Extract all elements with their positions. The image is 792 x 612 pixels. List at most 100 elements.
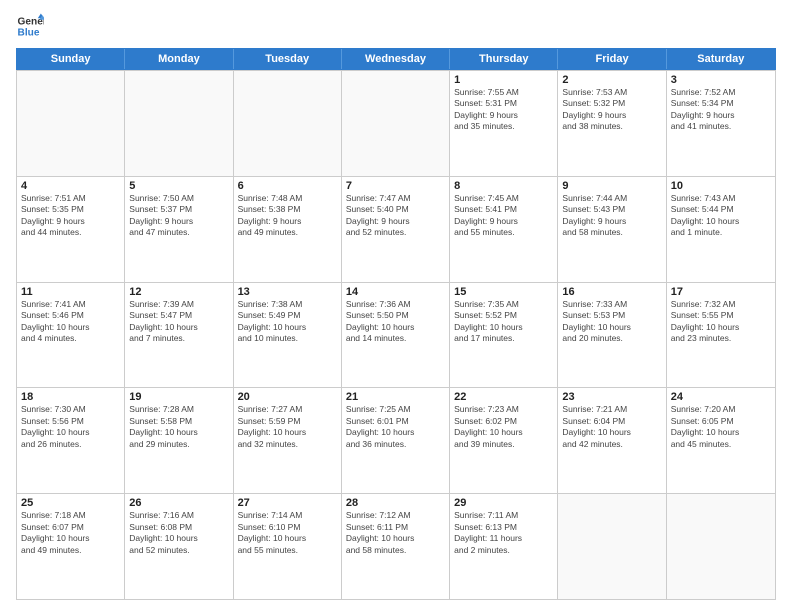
- day-info: Sunrise: 7:45 AMSunset: 5:41 PMDaylight:…: [454, 193, 553, 239]
- day-info: Sunrise: 7:41 AMSunset: 5:46 PMDaylight:…: [21, 299, 120, 345]
- day-number: 4: [21, 180, 120, 192]
- day-info: Sunrise: 7:23 AMSunset: 6:02 PMDaylight:…: [454, 404, 553, 450]
- cal-cell: 4Sunrise: 7:51 AMSunset: 5:35 PMDaylight…: [17, 177, 125, 282]
- cal-cell: 28Sunrise: 7:12 AMSunset: 6:11 PMDayligh…: [342, 494, 450, 599]
- weekday-header-thursday: Thursday: [450, 49, 558, 69]
- day-info: Sunrise: 7:14 AMSunset: 6:10 PMDaylight:…: [238, 510, 337, 556]
- day-info: Sunrise: 7:53 AMSunset: 5:32 PMDaylight:…: [562, 87, 661, 133]
- day-number: 27: [238, 497, 337, 509]
- cal-cell: 19Sunrise: 7:28 AMSunset: 5:58 PMDayligh…: [125, 388, 233, 493]
- day-number: 11: [21, 286, 120, 298]
- cal-cell: 7Sunrise: 7:47 AMSunset: 5:40 PMDaylight…: [342, 177, 450, 282]
- cal-cell: 5Sunrise: 7:50 AMSunset: 5:37 PMDaylight…: [125, 177, 233, 282]
- cal-cell: 26Sunrise: 7:16 AMSunset: 6:08 PMDayligh…: [125, 494, 233, 599]
- day-info: Sunrise: 7:43 AMSunset: 5:44 PMDaylight:…: [671, 193, 771, 239]
- day-number: 25: [21, 497, 120, 509]
- cal-row-3: 18Sunrise: 7:30 AMSunset: 5:56 PMDayligh…: [17, 387, 775, 493]
- day-info: Sunrise: 7:32 AMSunset: 5:55 PMDaylight:…: [671, 299, 771, 345]
- day-info: Sunrise: 7:27 AMSunset: 5:59 PMDaylight:…: [238, 404, 337, 450]
- day-number: 16: [562, 286, 661, 298]
- cal-cell: 9Sunrise: 7:44 AMSunset: 5:43 PMDaylight…: [558, 177, 666, 282]
- cal-cell: 1Sunrise: 7:55 AMSunset: 5:31 PMDaylight…: [450, 71, 558, 176]
- day-number: 8: [454, 180, 553, 192]
- cal-cell: 29Sunrise: 7:11 AMSunset: 6:13 PMDayligh…: [450, 494, 558, 599]
- day-info: Sunrise: 7:38 AMSunset: 5:49 PMDaylight:…: [238, 299, 337, 345]
- cal-cell: 18Sunrise: 7:30 AMSunset: 5:56 PMDayligh…: [17, 388, 125, 493]
- cal-cell: 12Sunrise: 7:39 AMSunset: 5:47 PMDayligh…: [125, 283, 233, 388]
- cal-row-1: 4Sunrise: 7:51 AMSunset: 5:35 PMDaylight…: [17, 176, 775, 282]
- day-info: Sunrise: 7:28 AMSunset: 5:58 PMDaylight:…: [129, 404, 228, 450]
- cal-cell: [234, 71, 342, 176]
- cal-cell: 15Sunrise: 7:35 AMSunset: 5:52 PMDayligh…: [450, 283, 558, 388]
- day-number: 24: [671, 391, 771, 403]
- cal-cell: 10Sunrise: 7:43 AMSunset: 5:44 PMDayligh…: [667, 177, 775, 282]
- day-info: Sunrise: 7:25 AMSunset: 6:01 PMDaylight:…: [346, 404, 445, 450]
- day-number: 14: [346, 286, 445, 298]
- day-number: 26: [129, 497, 228, 509]
- day-number: 13: [238, 286, 337, 298]
- cal-cell: [667, 494, 775, 599]
- day-info: Sunrise: 7:48 AMSunset: 5:38 PMDaylight:…: [238, 193, 337, 239]
- cal-cell: 11Sunrise: 7:41 AMSunset: 5:46 PMDayligh…: [17, 283, 125, 388]
- day-number: 21: [346, 391, 445, 403]
- day-info: Sunrise: 7:16 AMSunset: 6:08 PMDaylight:…: [129, 510, 228, 556]
- cal-row-2: 11Sunrise: 7:41 AMSunset: 5:46 PMDayligh…: [17, 282, 775, 388]
- day-number: 6: [238, 180, 337, 192]
- day-info: Sunrise: 7:21 AMSunset: 6:04 PMDaylight:…: [562, 404, 661, 450]
- day-info: Sunrise: 7:20 AMSunset: 6:05 PMDaylight:…: [671, 404, 771, 450]
- weekday-header-monday: Monday: [125, 49, 233, 69]
- day-number: 22: [454, 391, 553, 403]
- day-number: 29: [454, 497, 553, 509]
- day-number: 10: [671, 180, 771, 192]
- weekday-header-wednesday: Wednesday: [342, 49, 450, 69]
- calendar-body: 1Sunrise: 7:55 AMSunset: 5:31 PMDaylight…: [16, 70, 776, 600]
- header: General Blue: [16, 12, 776, 40]
- svg-text:Blue: Blue: [18, 27, 40, 38]
- day-info: Sunrise: 7:36 AMSunset: 5:50 PMDaylight:…: [346, 299, 445, 345]
- cal-cell: 25Sunrise: 7:18 AMSunset: 6:07 PMDayligh…: [17, 494, 125, 599]
- cal-cell: 3Sunrise: 7:52 AMSunset: 5:34 PMDaylight…: [667, 71, 775, 176]
- calendar-header: SundayMondayTuesdayWednesdayThursdayFrid…: [16, 48, 776, 70]
- day-info: Sunrise: 7:39 AMSunset: 5:47 PMDaylight:…: [129, 299, 228, 345]
- day-number: 5: [129, 180, 228, 192]
- day-number: 1: [454, 74, 553, 86]
- day-number: 12: [129, 286, 228, 298]
- cal-cell: 13Sunrise: 7:38 AMSunset: 5:49 PMDayligh…: [234, 283, 342, 388]
- cal-cell: 27Sunrise: 7:14 AMSunset: 6:10 PMDayligh…: [234, 494, 342, 599]
- cal-row-0: 1Sunrise: 7:55 AMSunset: 5:31 PMDaylight…: [17, 70, 775, 176]
- day-info: Sunrise: 7:52 AMSunset: 5:34 PMDaylight:…: [671, 87, 771, 133]
- day-info: Sunrise: 7:55 AMSunset: 5:31 PMDaylight:…: [454, 87, 553, 133]
- day-info: Sunrise: 7:44 AMSunset: 5:43 PMDaylight:…: [562, 193, 661, 239]
- day-info: Sunrise: 7:12 AMSunset: 6:11 PMDaylight:…: [346, 510, 445, 556]
- weekday-header-tuesday: Tuesday: [234, 49, 342, 69]
- logo: General Blue: [16, 12, 52, 40]
- weekday-header-saturday: Saturday: [667, 49, 775, 69]
- day-info: Sunrise: 7:35 AMSunset: 5:52 PMDaylight:…: [454, 299, 553, 345]
- logo-icon: General Blue: [16, 12, 44, 40]
- cal-cell: [342, 71, 450, 176]
- calendar: SundayMondayTuesdayWednesdayThursdayFrid…: [16, 48, 776, 600]
- day-number: 3: [671, 74, 771, 86]
- day-info: Sunrise: 7:51 AMSunset: 5:35 PMDaylight:…: [21, 193, 120, 239]
- day-info: Sunrise: 7:11 AMSunset: 6:13 PMDaylight:…: [454, 510, 553, 556]
- day-number: 19: [129, 391, 228, 403]
- cal-cell: 22Sunrise: 7:23 AMSunset: 6:02 PMDayligh…: [450, 388, 558, 493]
- cal-cell: [17, 71, 125, 176]
- cal-cell: 23Sunrise: 7:21 AMSunset: 6:04 PMDayligh…: [558, 388, 666, 493]
- day-number: 2: [562, 74, 661, 86]
- cal-cell: 20Sunrise: 7:27 AMSunset: 5:59 PMDayligh…: [234, 388, 342, 493]
- day-number: 23: [562, 391, 661, 403]
- cal-cell: [125, 71, 233, 176]
- day-number: 20: [238, 391, 337, 403]
- day-number: 28: [346, 497, 445, 509]
- cal-cell: 8Sunrise: 7:45 AMSunset: 5:41 PMDaylight…: [450, 177, 558, 282]
- day-info: Sunrise: 7:47 AMSunset: 5:40 PMDaylight:…: [346, 193, 445, 239]
- day-info: Sunrise: 7:30 AMSunset: 5:56 PMDaylight:…: [21, 404, 120, 450]
- cal-cell: 21Sunrise: 7:25 AMSunset: 6:01 PMDayligh…: [342, 388, 450, 493]
- page: General Blue SundayMondayTuesdayWednesda…: [0, 0, 792, 612]
- cal-cell: 24Sunrise: 7:20 AMSunset: 6:05 PMDayligh…: [667, 388, 775, 493]
- day-info: Sunrise: 7:18 AMSunset: 6:07 PMDaylight:…: [21, 510, 120, 556]
- day-number: 17: [671, 286, 771, 298]
- cal-row-4: 25Sunrise: 7:18 AMSunset: 6:07 PMDayligh…: [17, 493, 775, 599]
- day-info: Sunrise: 7:50 AMSunset: 5:37 PMDaylight:…: [129, 193, 228, 239]
